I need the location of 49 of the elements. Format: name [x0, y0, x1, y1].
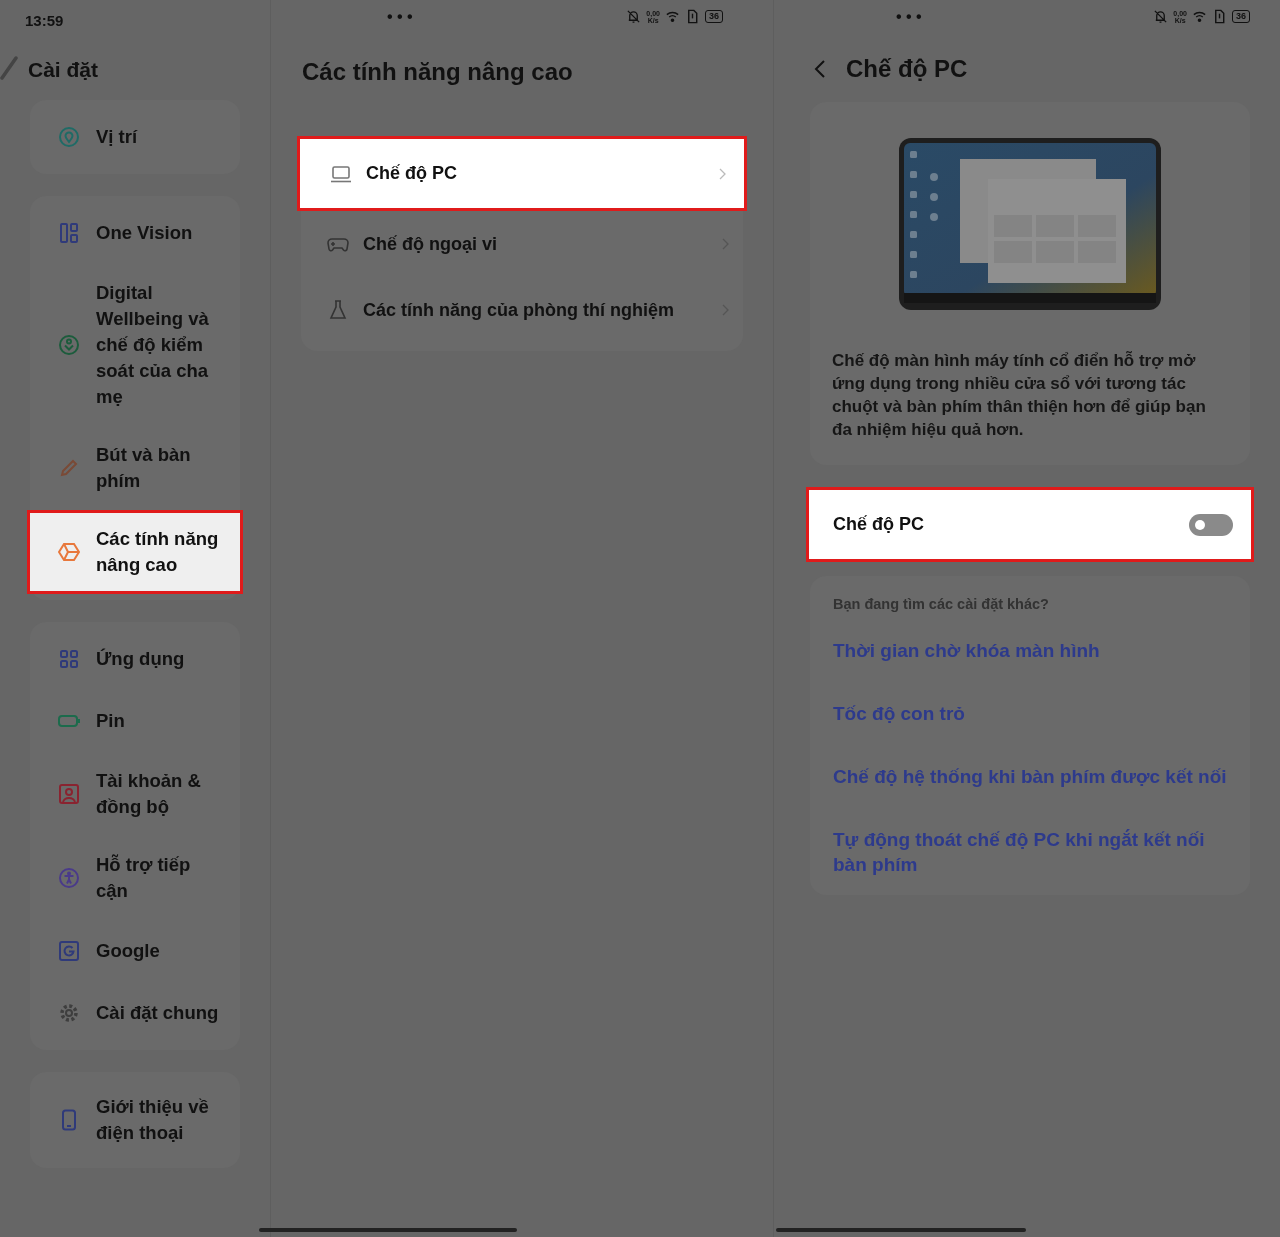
toggle-switch[interactable]	[1189, 513, 1233, 536]
settings-link[interactable]: Tốc độ con trỏ	[833, 701, 1230, 726]
cube-icon	[58, 541, 80, 563]
wifi-icon	[1192, 9, 1207, 24]
settings-link[interactable]: Tự động thoát chế độ PC khi ngắt kết nối bàn phím	[833, 827, 1230, 877]
flask-icon	[327, 299, 349, 321]
layout-icon	[58, 222, 80, 244]
wifi-icon	[665, 9, 680, 24]
more-dots: • • •	[896, 8, 922, 26]
sidebar-item[interactable]: One Vision	[30, 202, 240, 264]
sim-card-icon	[685, 9, 700, 24]
settings-row[interactable]: Chế độ ngoại vi	[301, 211, 743, 277]
settings-row[interactable]: Các tính năng của phòng thí nghiệm	[301, 277, 743, 343]
sim-card-icon	[1212, 9, 1227, 24]
account-icon	[58, 783, 80, 805]
sidebar-item[interactable]: Giới thiệu về điện thoại	[30, 1078, 240, 1162]
muted-bell-icon	[626, 9, 642, 24]
settings-link[interactable]: Chế độ hệ thống khi bàn phím được kết nối	[833, 764, 1230, 789]
more-dots: • • •	[387, 8, 413, 26]
google-icon	[58, 940, 80, 962]
clock: 13:59	[25, 11, 64, 29]
sidebar-item[interactable]: Các tính năng nâng cao	[27, 510, 243, 594]
sidebar-item[interactable]: Ứng dụng	[30, 628, 240, 690]
accessibility-icon	[58, 867, 80, 889]
sidebar-item[interactable]: Vị trí	[30, 106, 240, 168]
sidebar-item[interactable]: Hỗ trợ tiếp cận	[30, 836, 240, 920]
sidebar-item[interactable]: Tài khoản & đồng bộ	[30, 752, 240, 836]
page-title: Các tính năng nâng cao	[302, 58, 574, 86]
pencil-icon	[58, 457, 80, 479]
settings-link[interactable]: Thời gian chờ khóa màn hình	[833, 638, 1230, 663]
sidebar-item[interactable]: Google	[30, 920, 240, 982]
chevron-icon	[718, 167, 726, 180]
sidebar-item[interactable]: Cài đặt chung	[30, 982, 240, 1044]
wellbeing-icon	[58, 334, 80, 356]
sidebar-item[interactable]: Pin	[30, 690, 240, 752]
settings-icon	[58, 1002, 80, 1024]
settings-row[interactable]: Chế độ PC	[806, 487, 1254, 562]
sidebar-title: Cài đặt	[28, 58, 98, 82]
muted-bell-icon	[1153, 9, 1169, 24]
battery-level: 36	[705, 10, 723, 23]
sidebar-item[interactable]: Bút và bàn phím	[30, 426, 240, 510]
page-title: Chế độ PC	[846, 55, 968, 83]
apps-icon	[58, 648, 80, 670]
battery-level: 36	[1232, 10, 1250, 23]
back-icon[interactable]	[814, 59, 826, 79]
description-text: Chế độ màn hình máy tính cổ điển hỗ trợ mở ứng dụng trong nhiều cửa sổ với tương tác chuột và bàn phím thân thiện hơn để giúp bạn đa nhiệm hiệu quả hơn.	[832, 350, 1207, 441]
settings-row[interactable]: Chế độ PC	[297, 136, 747, 211]
sidebar-item[interactable]: Digital Wellbeing và chế độ kiểm soát của cha mẹ	[30, 264, 240, 426]
location-icon	[58, 126, 80, 148]
